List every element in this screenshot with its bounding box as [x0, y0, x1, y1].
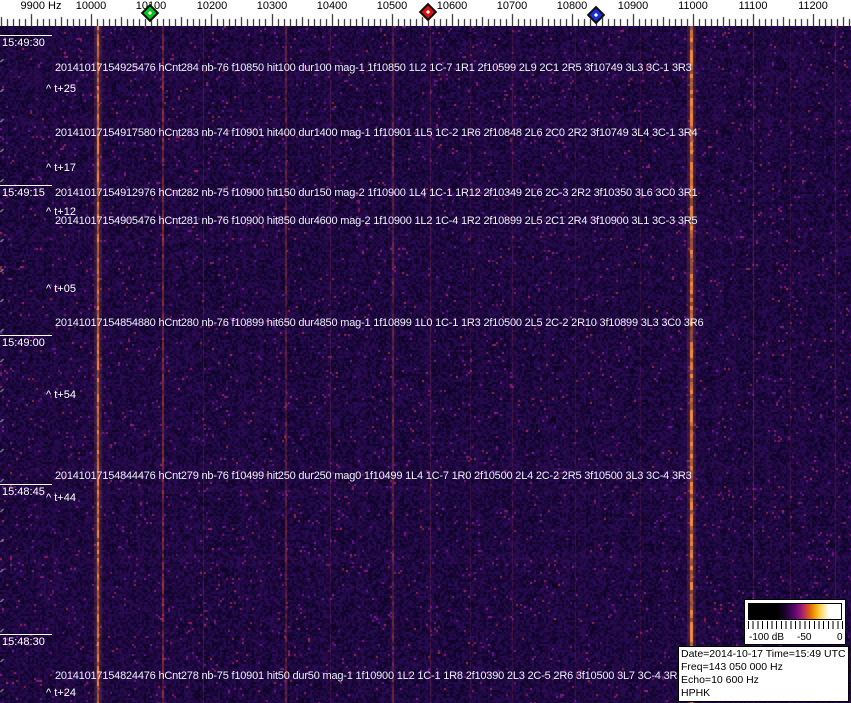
time-axis-tick [0, 335, 52, 336]
freq-axis-label: 9900 Hz [20, 0, 62, 12]
time-axis-tick [0, 484, 52, 485]
info-date-time: Date=2014-10-17 Time=15:49 UTC [681, 648, 846, 660]
db-gradient-bar [748, 603, 842, 620]
time-axis-label: 15:49:00 [0, 335, 52, 349]
freq-axis-label: 10300 [256, 0, 288, 12]
freq-axis-label: 10000 [75, 0, 107, 12]
freq-axis-label: 11100 [738, 0, 768, 12]
time-offset-marker: ^ t+17 [46, 162, 76, 174]
detection-log-line: 20141017154912976 hCnt282 nb-75 f10900 h… [55, 187, 698, 199]
detection-log-line: 20141017154925476 hCnt284 nb-76 f10850 h… [55, 62, 692, 74]
freq-axis-label: 10400 [316, 0, 348, 12]
db-scale-label-mid: -50 [797, 632, 812, 643]
marker-center-dot [425, 9, 431, 15]
time-axis-label: 15:48:30 [0, 634, 52, 648]
db-scale-label-min: -100 dB [749, 632, 785, 643]
freq-axis-label: 11200 [798, 0, 828, 12]
detection-log-line: 20141017154824476 hCnt278 nb-75 f10901 h… [55, 670, 684, 682]
time-axis-label: 15:48:45 [0, 484, 52, 498]
frequency-ruler: 9900 Hz100001010010200103001040010500106… [0, 0, 851, 26]
time-axis-tick [0, 634, 52, 635]
time-axis-tick [0, 35, 52, 36]
freq-axis-label: 10800 [556, 0, 588, 12]
time-axis-label: 15:49:15 [0, 185, 52, 199]
detection-log-line: 20141017154917580 hCnt283 nb-74 f10901 h… [55, 127, 698, 139]
time-offset-marker: ^ t+54 [46, 389, 76, 401]
freq-axis-label: 10900 [617, 0, 649, 12]
db-scale-ticks [748, 621, 843, 629]
time-offset-marker: ^ t+25 [46, 83, 76, 95]
freq-axis-label: 10600 [436, 0, 468, 12]
time-axis-label: 15:49:30 [0, 35, 52, 49]
detection-log-line: 20141017154905476 hCnt281 nb-76 f10900 h… [55, 215, 698, 227]
time-offset-marker: ^ t+44 [46, 492, 76, 504]
freq-axis-label: 10200 [196, 0, 228, 12]
spectrogram-screen: 9900 Hz100001010010200103001040010500106… [0, 0, 851, 703]
info-frequency: Freq=143 050 000 Hz [681, 661, 783, 673]
info-echo: Echo=10 600 Hz [681, 674, 759, 686]
status-info-box: Date=2014-10-17 Time=15:49 UTC Freq=143 … [678, 646, 849, 702]
detection-log-line: 20141017154854880 hCnt280 nb-76 f10899 h… [55, 317, 704, 329]
info-observer-code: HPHK [681, 687, 711, 699]
time-offset-marker: ^ t+05 [46, 283, 76, 295]
time-axis-tick [0, 185, 52, 186]
time-offset-marker: ^ t+24 [46, 687, 76, 699]
marker-center-dot [147, 10, 153, 16]
marker-center-dot [593, 12, 599, 18]
freq-axis-label: 10700 [496, 0, 528, 12]
detection-log-line: 20141017154844476 hCnt279 nb-76 f10499 h… [55, 470, 692, 482]
db-scale-label-max: 0 [837, 632, 843, 643]
freq-axis-label: 11000 [678, 0, 708, 12]
freq-axis-label: 10500 [376, 0, 408, 12]
db-color-scale: -100 dB -50 0 [744, 599, 846, 645]
time-offset-marker: ^ t+12 [46, 206, 76, 218]
